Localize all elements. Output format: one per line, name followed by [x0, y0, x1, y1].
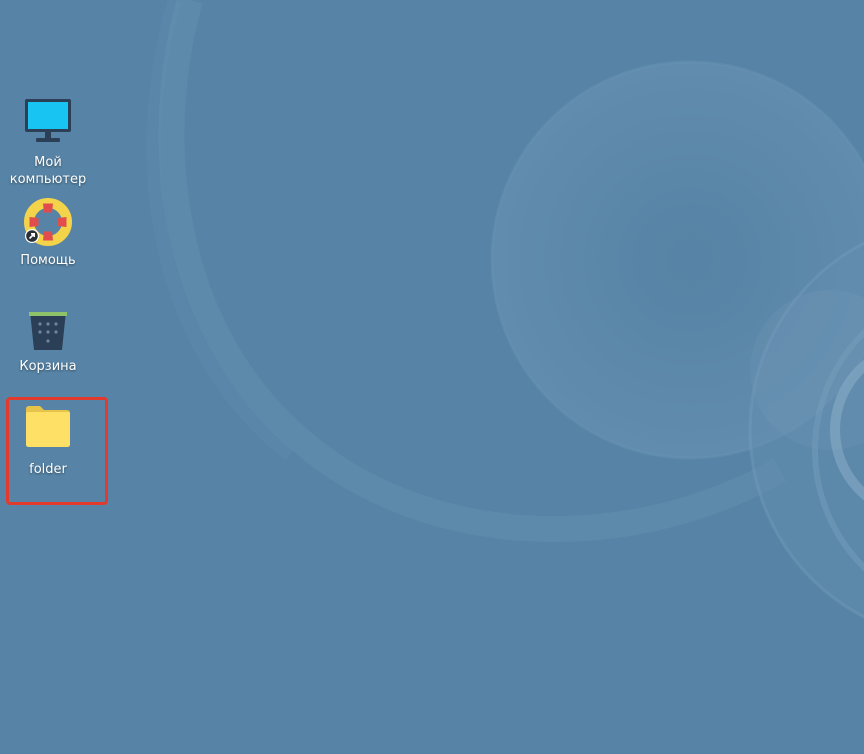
- icon-label: Корзина: [19, 359, 77, 374]
- icon-label: Помощь: [20, 253, 76, 268]
- icon-label: Мой компьютер: [9, 155, 87, 187]
- help-icon: [24, 198, 72, 246]
- desktop-icon-my-computer[interactable]: Мой компьютер: [0, 96, 96, 188]
- desktop[interactable]: Мой компьютер Помощь Корзина folder: [0, 0, 864, 754]
- computer-icon: [25, 99, 71, 142]
- selection-highlight: [6, 397, 108, 505]
- trash-icon: [29, 312, 67, 350]
- desktop-icon-trash[interactable]: Корзина: [0, 300, 96, 375]
- desktop-icon-help[interactable]: Помощь: [0, 194, 96, 269]
- wallpaper-swirl: [146, 0, 864, 619]
